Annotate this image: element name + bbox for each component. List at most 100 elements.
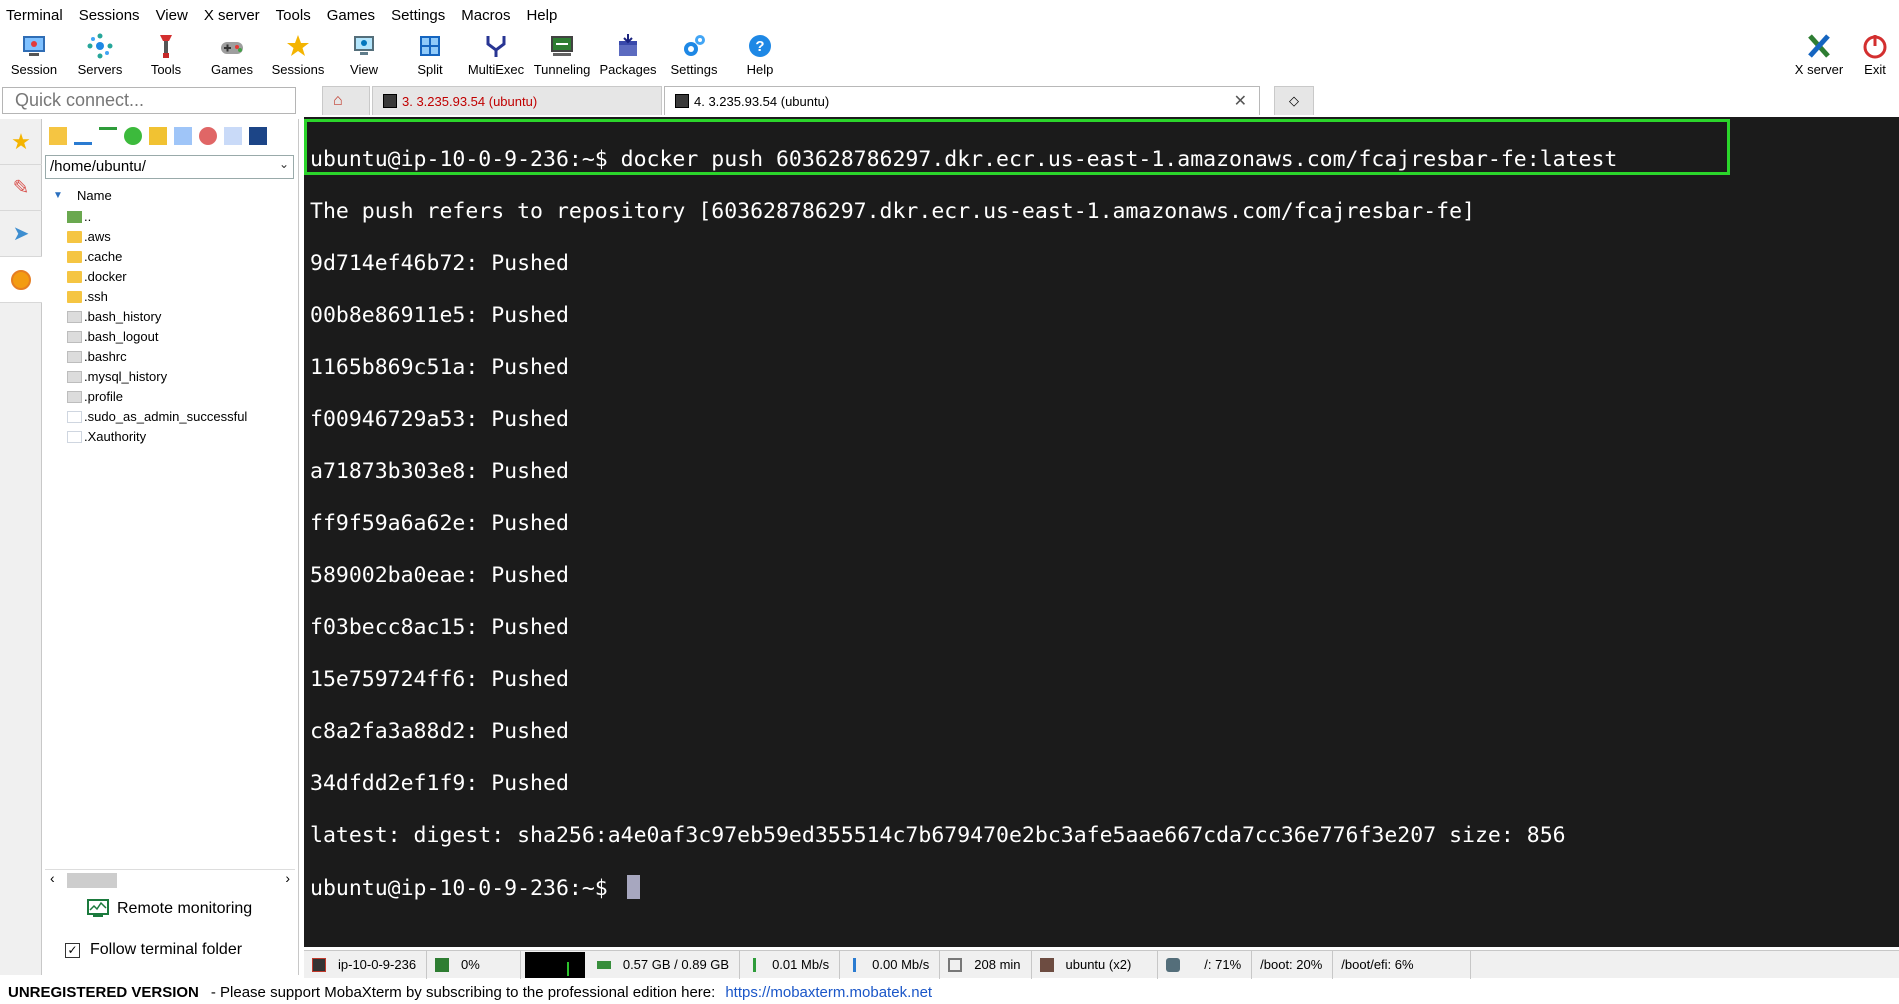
upload-icon[interactable]: [99, 127, 117, 145]
terminal-line: a71873b303e8: Pushed: [310, 459, 569, 484]
terminal-line: 1165b869c51a: Pushed: [310, 355, 569, 380]
status-download: 0.00 Mb/s: [840, 950, 941, 979]
tunneling-button[interactable]: Tunneling: [529, 30, 595, 82]
list-item[interactable]: .ssh: [43, 287, 298, 307]
new-file-icon[interactable]: [174, 127, 192, 145]
new-tab-button[interactable]: ◇: [1274, 86, 1314, 115]
menu-tools[interactable]: Tools: [276, 7, 311, 24]
terminal-line: ff9f59a6a62e: Pushed: [310, 511, 569, 536]
xserver-button[interactable]: X server: [1786, 30, 1852, 82]
list-item[interactable]: .mysql_history: [43, 367, 298, 387]
folder-up-icon[interactable]: [49, 127, 67, 145]
multiexec-button[interactable]: MultiExec: [463, 30, 529, 82]
blank-file-icon: [67, 431, 82, 443]
tab-session-4[interactable]: 4. 3.235.93.54 (ubuntu) ✕: [664, 86, 1260, 115]
menu-terminal[interactable]: Terminal: [6, 7, 63, 24]
list-item[interactable]: .bash_history: [43, 307, 298, 327]
svg-text:?: ?: [755, 38, 764, 55]
menu-sessions[interactable]: Sessions: [79, 7, 140, 24]
star-icon: [287, 35, 309, 56]
menu-macros[interactable]: Macros: [461, 7, 510, 24]
rail-tools-tab[interactable]: ✎: [0, 165, 42, 211]
tab-session-3[interactable]: 3. 3.235.93.54 (ubuntu): [372, 86, 662, 115]
status-disk-boot: /boot: 20%: [1252, 950, 1334, 979]
file-icon: [67, 391, 82, 403]
list-item[interactable]: .Xauthority: [43, 427, 298, 447]
list-item[interactable]: .docker: [43, 267, 298, 287]
follow-terminal-folder-checkbox[interactable]: ✓ Follow terminal folder: [65, 941, 242, 959]
help-icon: ?: [749, 35, 771, 57]
list-item[interactable]: ..: [43, 207, 298, 227]
download-icon[interactable]: [74, 127, 92, 145]
chevron-left-icon[interactable]: ‹: [50, 870, 55, 886]
session-button[interactable]: Session: [1, 30, 67, 82]
folder-icon: [67, 231, 82, 243]
status-bar: ip-10-0-9-236 0% 0.57 GB / 0.89 GB 0.01 …: [304, 950, 1899, 979]
packages-button[interactable]: Packages: [595, 30, 661, 82]
rename-icon[interactable]: [224, 127, 242, 145]
chevron-right-icon[interactable]: ›: [285, 870, 290, 886]
list-item[interactable]: .sudo_as_admin_successful: [43, 407, 298, 427]
column-header-name[interactable]: ▼ Name: [43, 185, 298, 207]
menu-bar: Terminal Sessions View X server Tools Ga…: [0, 0, 1899, 30]
folder-icon: [67, 291, 82, 303]
list-item[interactable]: .cache: [43, 247, 298, 267]
list-item[interactable]: .aws: [43, 227, 298, 247]
menu-xserver[interactable]: X server: [204, 7, 260, 24]
rail-sessions-tab[interactable]: ★: [0, 119, 42, 165]
servers-button[interactable]: Servers: [67, 30, 133, 82]
games-button[interactable]: Games: [199, 30, 265, 82]
menu-view[interactable]: View: [156, 7, 188, 24]
cpu-graph-bar: [566, 961, 569, 976]
menu-games[interactable]: Games: [327, 7, 375, 24]
file-icon: [67, 331, 82, 343]
sessions-button[interactable]: Sessions: [265, 30, 331, 82]
terminal-line: f00946729a53: Pushed: [310, 407, 569, 432]
file-icon: [67, 351, 82, 363]
terminal-follow-icon[interactable]: [249, 127, 267, 145]
remote-monitoring-button[interactable]: Remote monitoring: [87, 899, 252, 919]
status-host: ip-10-0-9-236: [304, 950, 428, 979]
rail-sftp-tab[interactable]: [0, 257, 42, 303]
disk-icon: [1166, 957, 1181, 972]
exit-button[interactable]: Exit: [1852, 30, 1898, 82]
mobaxterm-link[interactable]: https://mobaxterm.mobatek.net: [725, 984, 932, 1001]
view-button[interactable]: View: [331, 30, 397, 82]
checkbox-checked-icon[interactable]: ✓: [65, 942, 80, 958]
list-item[interactable]: .bash_logout: [43, 327, 298, 347]
folder-icon: [67, 251, 82, 263]
new-folder-icon[interactable]: [149, 127, 167, 145]
terminal-pane[interactable]: ubuntu@ip-10-0-9-236:~$ docker push 6036…: [304, 117, 1899, 947]
side-rail: ★ ✎ ➤: [0, 119, 42, 975]
list-item[interactable]: .bashrc: [43, 347, 298, 367]
scrollbar-thumb[interactable]: [67, 873, 117, 888]
settings-button[interactable]: Settings: [661, 30, 727, 82]
quick-connect-input[interactable]: Quick connect...: [2, 87, 296, 114]
status-disk-efi: /boot/efi: 6%: [1333, 950, 1472, 979]
servers-icon: [87, 33, 113, 59]
support-message: - Please support MobaXterm by subscribin…: [210, 983, 716, 1001]
games-icon: [221, 42, 243, 54]
tools-button[interactable]: Tools: [133, 30, 199, 82]
delete-icon[interactable]: [199, 127, 217, 145]
split-button[interactable]: Split: [397, 30, 463, 82]
refresh-icon[interactable]: [124, 127, 142, 145]
gear-icon: [684, 35, 705, 56]
horizontal-scrollbar[interactable]: ‹ ›: [45, 869, 295, 889]
path-field[interactable]: /home/ubuntu/ ⌄: [45, 155, 294, 179]
terminal-line: latest: digest: sha256:a4e0af3c97eb59ed3…: [310, 823, 1566, 848]
terminal-prompt-line: ubuntu@ip-10-0-9-236:~$: [310, 875, 1617, 902]
paper-plane-icon: ➤: [12, 223, 30, 245]
upload-arrow-icon: [753, 957, 757, 972]
terminal-tab-icon: [383, 94, 397, 108]
menu-settings[interactable]: Settings: [391, 7, 445, 24]
menu-help[interactable]: Help: [526, 7, 557, 24]
rail-macros-tab[interactable]: ➤: [0, 211, 42, 257]
close-icon[interactable]: ✕: [1234, 91, 1247, 111]
help-button[interactable]: ? Help: [727, 30, 793, 82]
chevron-down-icon[interactable]: ⌄: [279, 157, 289, 171]
terminal-line: 589002ba0eae: Pushed: [310, 563, 569, 588]
tab-home[interactable]: ⌂: [322, 86, 370, 115]
terminal-line: 9d714ef46b72: Pushed: [310, 251, 569, 276]
list-item[interactable]: .profile: [43, 387, 298, 407]
